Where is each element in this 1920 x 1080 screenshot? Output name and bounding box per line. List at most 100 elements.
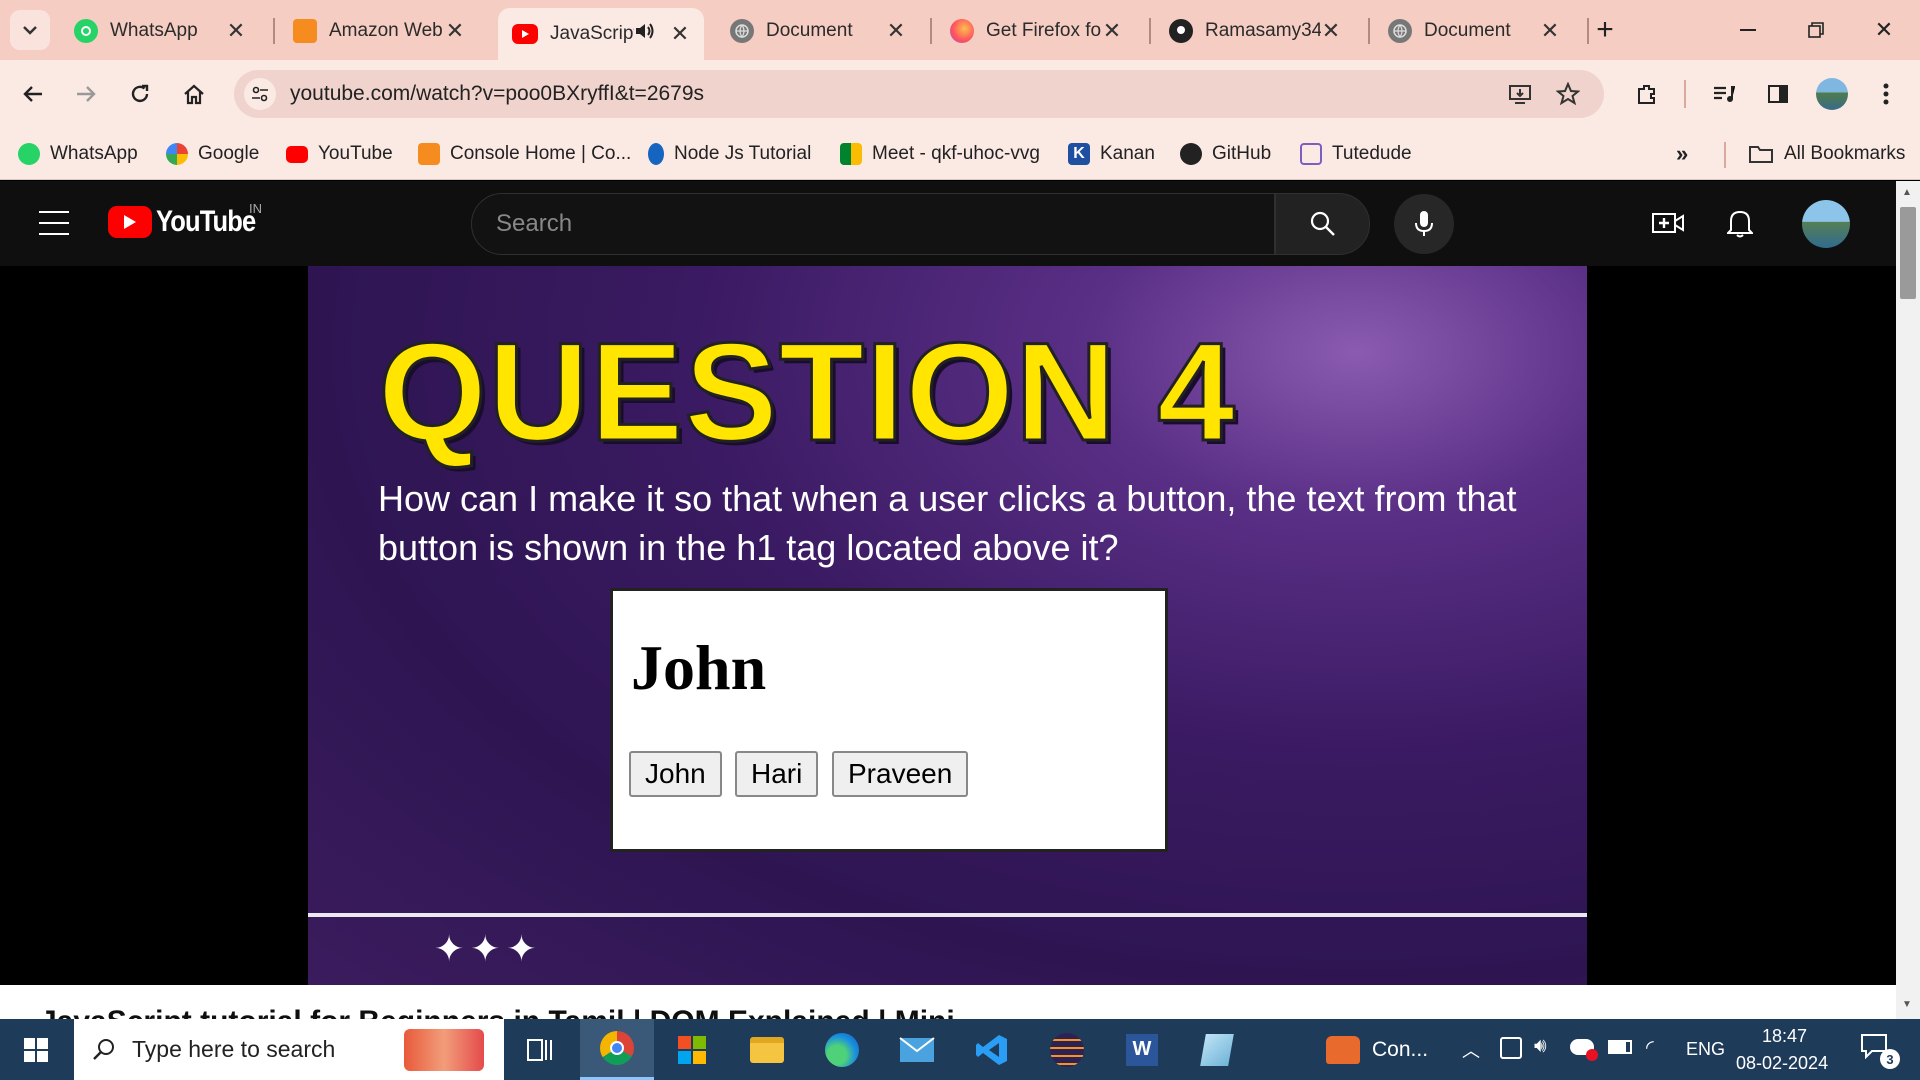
folder-icon	[1749, 146, 1773, 163]
close-window-button[interactable]: ✕	[1850, 0, 1918, 60]
close-icon[interactable]: ✕	[445, 18, 465, 43]
close-icon[interactable]: ✕	[1321, 18, 1341, 43]
globe-icon	[730, 19, 754, 43]
bookmark-label: Node Js Tutorial	[674, 143, 812, 164]
page-scrollbar[interactable]: ▲ ▼	[1896, 181, 1920, 1019]
more-bookmarks-button[interactable]: »	[1676, 138, 1688, 170]
voice-search-button[interactable]	[1394, 194, 1454, 254]
bookmark-tutedude[interactable]: Tutedude	[1300, 138, 1412, 170]
taskbar-notepad[interactable]	[1180, 1019, 1254, 1080]
taskbar-task-view[interactable]	[503, 1019, 577, 1080]
tab-whatsapp[interactable]: WhatsApp ✕	[60, 10, 260, 52]
whatsapp-icon	[74, 19, 98, 43]
bookmark-youtube[interactable]: YouTube	[286, 138, 393, 170]
clock-date[interactable]: 08-02-2024	[1736, 1053, 1828, 1074]
folder-icon	[750, 1036, 784, 1063]
bookmark-node-js[interactable]: Node Js Tutorial	[648, 138, 811, 170]
tab-search-button[interactable]	[10, 10, 50, 50]
video-player[interactable]: QUESTION 4 How can I make it so that whe…	[308, 266, 1587, 985]
close-icon: ✕	[1874, 17, 1894, 42]
taskbar-word[interactable]: W	[1105, 1019, 1179, 1080]
github-icon	[1180, 143, 1202, 165]
bookmark-whatsapp[interactable]: WhatsApp	[18, 138, 138, 170]
taskbar-search-input[interactable]: Type here to search	[74, 1019, 504, 1080]
side-panel-button[interactable]	[1758, 74, 1798, 114]
profile-button[interactable]	[1812, 74, 1852, 114]
close-icon[interactable]: ✕	[886, 18, 906, 43]
tab-github[interactable]: Ramasamy348 ✕	[1155, 10, 1355, 52]
account-avatar[interactable]	[1802, 200, 1850, 248]
start-button[interactable]	[0, 1019, 72, 1080]
close-icon[interactable]: ✕	[1102, 18, 1122, 43]
onedrive-icon[interactable]	[1570, 1039, 1598, 1061]
taskbar-store[interactable]	[655, 1019, 729, 1080]
close-icon[interactable]: ✕	[670, 21, 690, 46]
star-icon	[1556, 82, 1580, 106]
taskbar-edge[interactable]	[805, 1019, 879, 1080]
search-icon	[1310, 211, 1335, 236]
clock-time[interactable]: 18:47	[1762, 1026, 1807, 1047]
tab-title: Document	[766, 20, 853, 41]
tab-amazon[interactable]: Amazon Web ✕	[279, 10, 479, 52]
puzzle-icon	[1638, 85, 1655, 104]
taskbar-running-app[interactable]: Con...	[1316, 1019, 1436, 1080]
taskbar-vscode[interactable]	[955, 1019, 1029, 1080]
bookmark-star-button[interactable]	[1552, 78, 1584, 110]
demo-button-john: John	[629, 751, 722, 797]
bookmark-kanan[interactable]: K Kanan	[1068, 138, 1155, 170]
minimize-button[interactable]	[1714, 0, 1782, 60]
extensions-button[interactable]	[1627, 74, 1667, 114]
bookmark-meet[interactable]: Meet - qkf-uhoc-vvg	[840, 138, 1040, 170]
chevron-up-icon[interactable]: ︿	[1462, 1037, 1480, 1063]
volume-icon[interactable]: 🔊︎	[1534, 1035, 1547, 1058]
tab-javascript[interactable]: JavaScript ✕	[498, 8, 704, 60]
notifications-button[interactable]	[1720, 203, 1760, 243]
youtube-wordmark: YouTube	[156, 205, 256, 238]
battery-icon[interactable]	[1608, 1040, 1632, 1054]
create-button[interactable]	[1648, 203, 1688, 243]
new-tab-button[interactable]: +	[1580, 0, 1630, 60]
meet-now-icon[interactable]	[1500, 1037, 1522, 1059]
bookmark-google[interactable]: Google	[166, 138, 259, 170]
taskbar-file-explorer[interactable]	[730, 1019, 804, 1080]
tab-document-1[interactable]: Document ✕	[716, 10, 920, 52]
scroll-down-icon[interactable]: ▼	[1902, 999, 1912, 1010]
aws-icon	[293, 19, 317, 43]
taskbar-chrome[interactable]	[580, 1019, 654, 1080]
back-button[interactable]	[13, 74, 53, 114]
scroll-up-icon[interactable]: ▲	[1902, 187, 1912, 198]
all-bookmarks-button[interactable]: All Bookmarks	[1748, 138, 1905, 170]
demo-button-hari: Hari	[735, 751, 819, 797]
media-controls-button[interactable]	[1704, 74, 1744, 114]
taskbar-eclipse[interactable]	[1030, 1019, 1104, 1080]
menu-button[interactable]	[36, 205, 72, 241]
sparkle-icon: ✦✦✦	[434, 928, 543, 969]
address-bar[interactable]: youtube.com/watch?v=poo0BXryffI&t=2679s	[234, 70, 1604, 118]
search-input[interactable]: Search	[471, 193, 1275, 255]
speaker-icon[interactable]	[634, 21, 656, 47]
more-vert-icon	[1883, 83, 1889, 105]
site-settings-icon[interactable]	[244, 78, 276, 110]
tab-firefox[interactable]: Get Firefox for ✕	[936, 10, 1136, 52]
scroll-thumb[interactable]	[1900, 207, 1916, 299]
restore-button[interactable]	[1782, 0, 1850, 60]
home-button[interactable]	[174, 74, 214, 114]
close-icon[interactable]: ✕	[226, 18, 246, 43]
globe-icon	[1388, 19, 1412, 43]
reload-button[interactable]	[120, 74, 160, 114]
bookmark-github[interactable]: GitHub	[1180, 138, 1271, 170]
tab-document-2[interactable]: Document ✕	[1374, 10, 1574, 52]
firefox-icon	[950, 19, 974, 43]
language-indicator[interactable]: ENG	[1686, 1039, 1725, 1060]
notification-center-button[interactable]: 3	[1860, 1033, 1900, 1069]
close-icon[interactable]: ✕	[1540, 18, 1560, 43]
taskbar-mail[interactable]	[880, 1019, 954, 1080]
browser-menu-button[interactable]	[1866, 74, 1906, 114]
wifi-icon[interactable]: ◜	[1646, 1035, 1654, 1060]
search-button[interactable]	[1275, 193, 1370, 255]
store-icon	[678, 1035, 706, 1064]
forward-button[interactable]	[66, 74, 106, 114]
install-app-button[interactable]	[1504, 78, 1536, 110]
bookmark-console-home[interactable]: Console Home | Co...	[418, 138, 631, 170]
home-icon	[184, 84, 204, 105]
